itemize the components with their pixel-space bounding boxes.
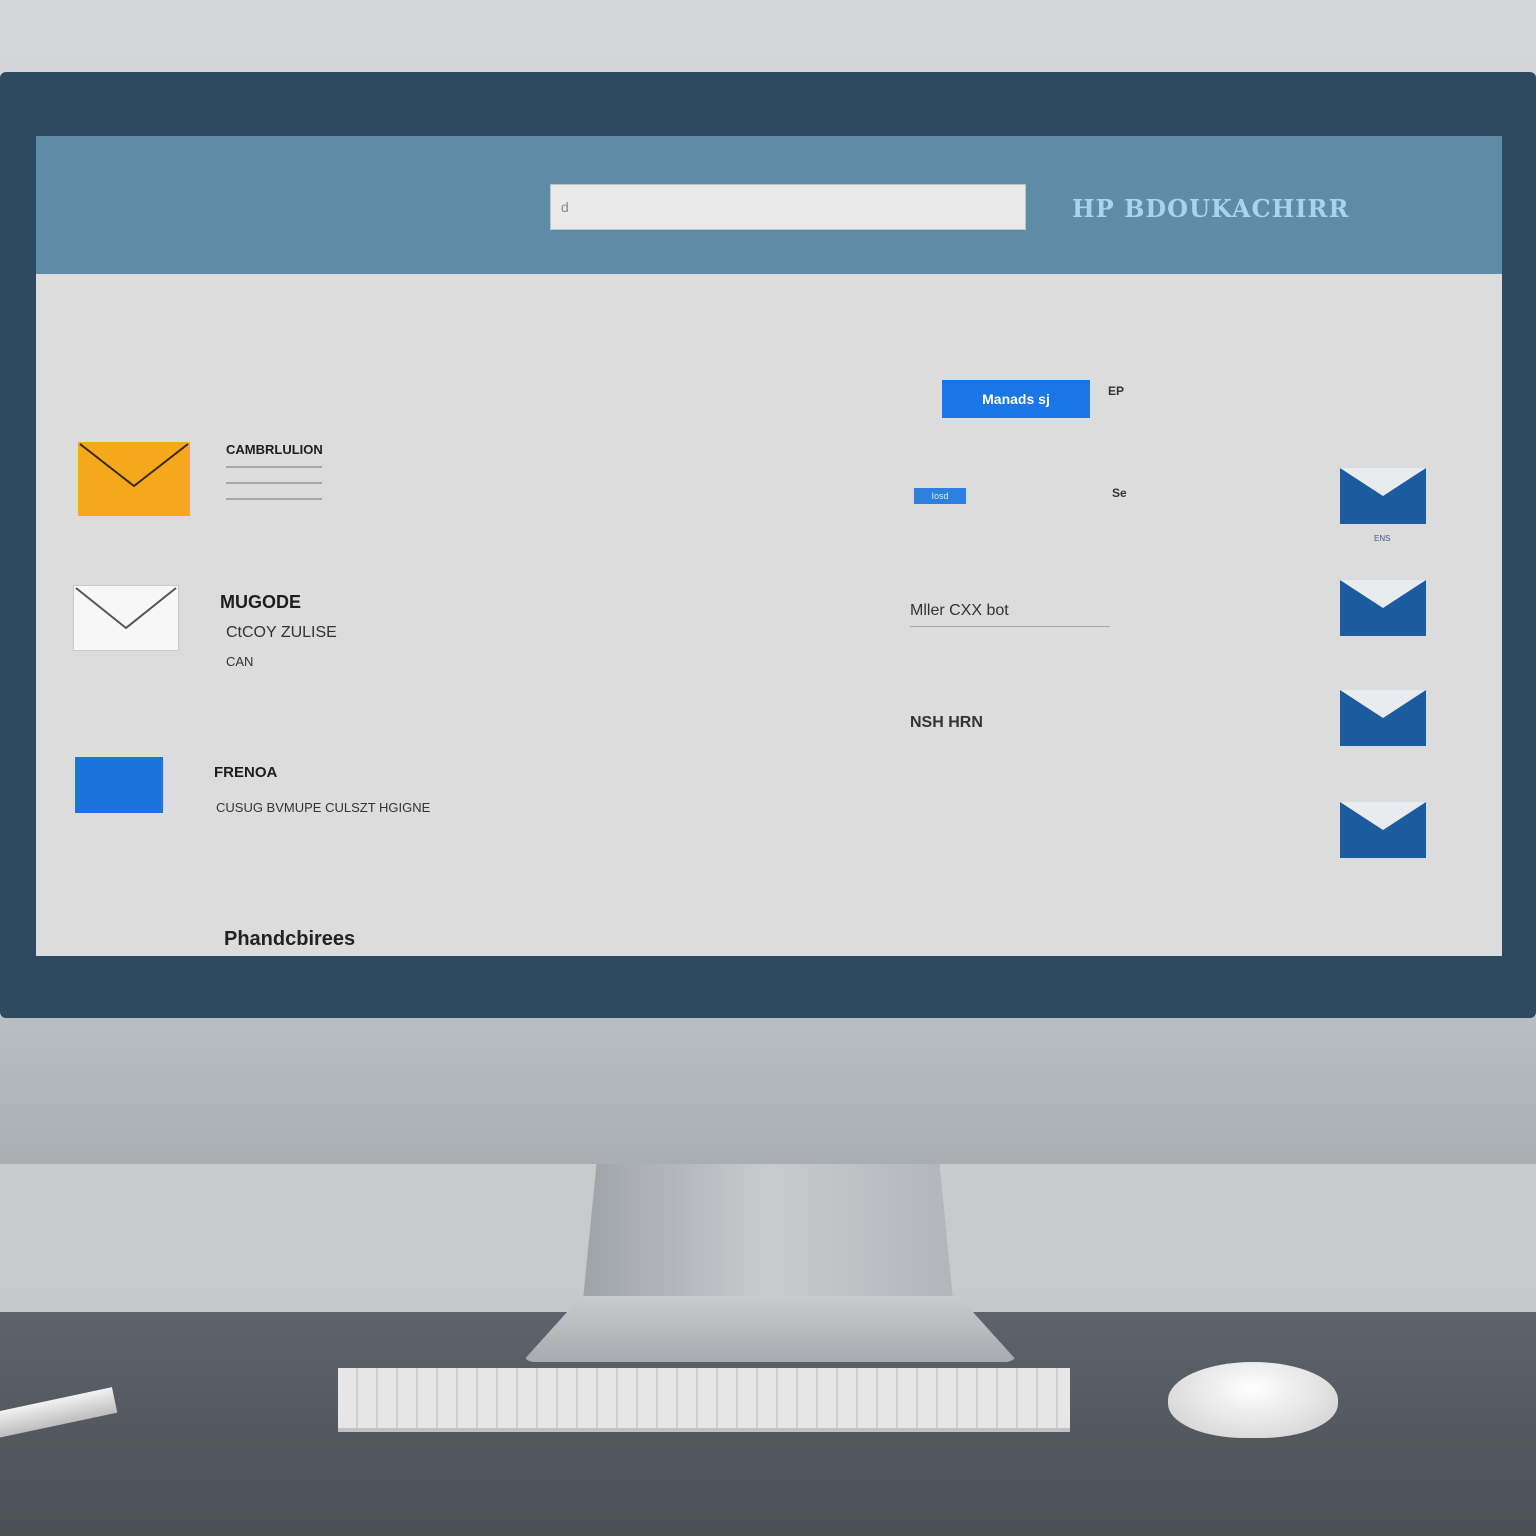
folder-icon[interactable]: [75, 757, 163, 813]
list-item-title[interactable]: MUGODE: [220, 592, 301, 613]
envelope-label: ENS: [1374, 534, 1391, 543]
tag-button[interactable]: Iosd: [914, 488, 966, 504]
message-summary: Mller CXX bot: [910, 602, 1009, 619]
list-item-title[interactable]: FRENOA: [214, 764, 277, 781]
primary-action-button[interactable]: Manads sj: [942, 380, 1090, 418]
envelope-icon[interactable]: [1340, 802, 1426, 858]
list-item-meta: CAN: [226, 654, 254, 669]
tag-side-label: Se: [1112, 486, 1127, 500]
message-summary: NSH HRN: [910, 714, 983, 731]
placeholder-line: [226, 466, 322, 468]
footer-link[interactable]: Phandcbirees: [224, 928, 355, 951]
list-item-title[interactable]: CAMBRLULION: [226, 442, 323, 457]
placeholder-line: [226, 498, 322, 500]
envelope-icon[interactable]: [1340, 580, 1426, 636]
envelope-icon[interactable]: [1340, 468, 1426, 524]
envelope-icon[interactable]: [73, 585, 179, 651]
monitor-stand-base: [522, 1296, 1018, 1362]
placeholder-line: [226, 482, 322, 484]
email-app-window: d HP BDOUKACHIRR Manads sj EP CAMBRLULIO…: [36, 136, 1502, 956]
list-item-subtitle: CUSUG BVMUPE CULSZT HGIGNE: [216, 800, 431, 815]
list-item-subtitle: CtCOY ZULISE: [226, 624, 337, 641]
envelope-icon[interactable]: [78, 442, 190, 516]
placeholder-line: [910, 626, 1110, 627]
app-header: d HP BDOUKACHIRR: [36, 136, 1502, 274]
mouse: [1168, 1362, 1338, 1438]
brand-title: HP BDOUKACHIRR: [1072, 194, 1350, 223]
keyboard: [338, 1368, 1070, 1432]
monitor-chin: [0, 1016, 1536, 1164]
search-input[interactable]: d: [550, 184, 1026, 230]
search-input-value: d: [561, 199, 569, 215]
action-side-label: EP: [1108, 384, 1125, 398]
envelope-icon[interactable]: [1340, 690, 1426, 746]
monitor-stand: [582, 1160, 954, 1310]
